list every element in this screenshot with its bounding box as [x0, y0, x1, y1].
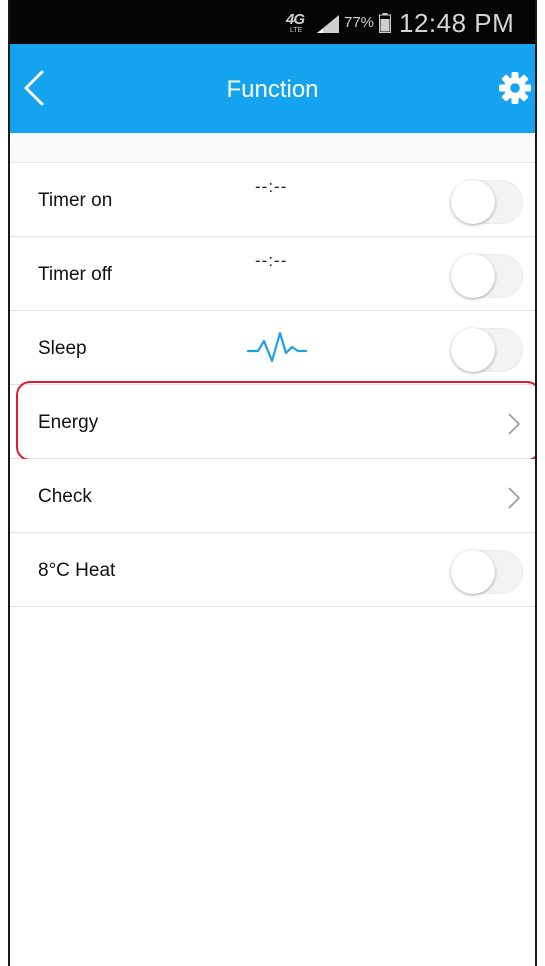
battery-percent: 77% [344, 14, 375, 31]
timer-off-toggle[interactable] [451, 254, 523, 298]
timer-off-time: --:-- [255, 251, 288, 270]
app-bar: Function [10, 44, 535, 133]
heat-8c-row: 8°C Heat [10, 533, 535, 607]
phone-screen: 4G LTE 77% 12:48 PM Function Timer on --… [8, 0, 537, 966]
function-list: Timer on --:-- Timer off --:-- Sleep Ene… [10, 133, 535, 966]
toggle-knob [451, 254, 495, 298]
sleep-wave-icon [246, 331, 308, 363]
network-type: 4G [286, 11, 305, 28]
timer-off-label: Timer off [38, 264, 112, 285]
clock: 12:48 PM [399, 8, 515, 38]
timer-on-time: --:-- [255, 177, 288, 196]
heat-8c-toggle[interactable] [451, 550, 523, 594]
chevron-right-icon [508, 413, 520, 435]
sleep-row: Sleep [10, 311, 535, 385]
chevron-right-icon [508, 487, 520, 509]
timer-on-label: Timer on [38, 190, 113, 211]
status-bar: 4G LTE 77% 12:48 PM [10, 0, 535, 44]
signal-icon [317, 15, 339, 33]
energy-label: Energy [38, 412, 99, 433]
heat-8c-label: 8°C Heat [38, 560, 116, 581]
timer-on-row: Timer on --:-- [10, 163, 535, 237]
gear-icon[interactable] [498, 71, 532, 105]
timer-off-row: Timer off --:-- [10, 237, 535, 311]
timer-on-toggle[interactable] [451, 180, 523, 224]
sleep-label: Sleep [38, 338, 87, 359]
list-spacer [10, 133, 535, 163]
network-subtype: LTE [290, 27, 303, 34]
page-title: Function [226, 76, 319, 103]
check-row[interactable]: Check [10, 459, 535, 533]
battery-icon [379, 13, 391, 33]
sleep-toggle[interactable] [451, 328, 523, 372]
check-label: Check [38, 486, 92, 507]
toggle-knob [451, 550, 495, 594]
toggle-knob [451, 180, 495, 224]
energy-row[interactable]: Energy [10, 381, 535, 461]
toggle-knob [451, 328, 495, 372]
